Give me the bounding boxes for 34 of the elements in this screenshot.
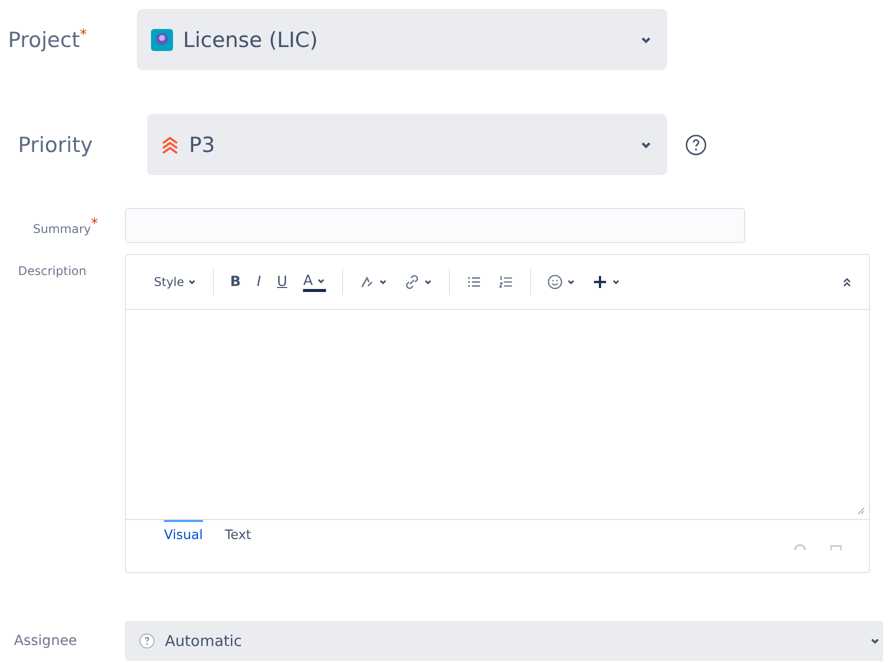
plus-icon [592,274,608,290]
emoji-button[interactable] [546,274,576,290]
numbered-list-icon [498,274,514,290]
priority-select[interactable]: P3 [147,114,667,175]
priority-label: Priority [18,132,94,156]
underline-button[interactable]: U [276,274,288,290]
pen-icon [358,274,375,290]
editor-tab[interactable]: Visual [164,520,203,543]
emoji-icon [546,274,563,290]
link-button[interactable] [404,274,433,290]
resize-handle-icon[interactable] [857,507,865,515]
help-icon[interactable] [685,134,707,156]
text-color-button[interactable]: A [303,272,326,292]
assignee-label: Assignee [14,633,78,649]
numbered-list-button[interactable] [498,274,514,290]
summary-label: Summary [33,222,91,236]
assignee-select[interactable]: Automatic [125,621,883,661]
priority-chevrons-icon [161,134,179,154]
link-icon [404,274,420,290]
pen-button[interactable] [358,274,388,290]
summary-field[interactable] [125,208,745,243]
description-label: Description [18,264,88,278]
required-mark: * [91,216,98,232]
bold-button[interactable]: B [230,274,241,290]
italic-button[interactable]: I [256,274,261,290]
project-select[interactable]: License (LIC) [137,9,667,70]
required-mark: * [80,27,87,43]
style-dropdown[interactable]: Style [154,275,198,289]
project-avatar-icon [151,28,173,50]
user-help-icon [139,633,155,649]
editor-tab[interactable]: Text [224,520,252,543]
project-label: Project [8,28,80,52]
collapse-icon[interactable] [841,276,853,288]
plus-button[interactable] [592,274,621,290]
